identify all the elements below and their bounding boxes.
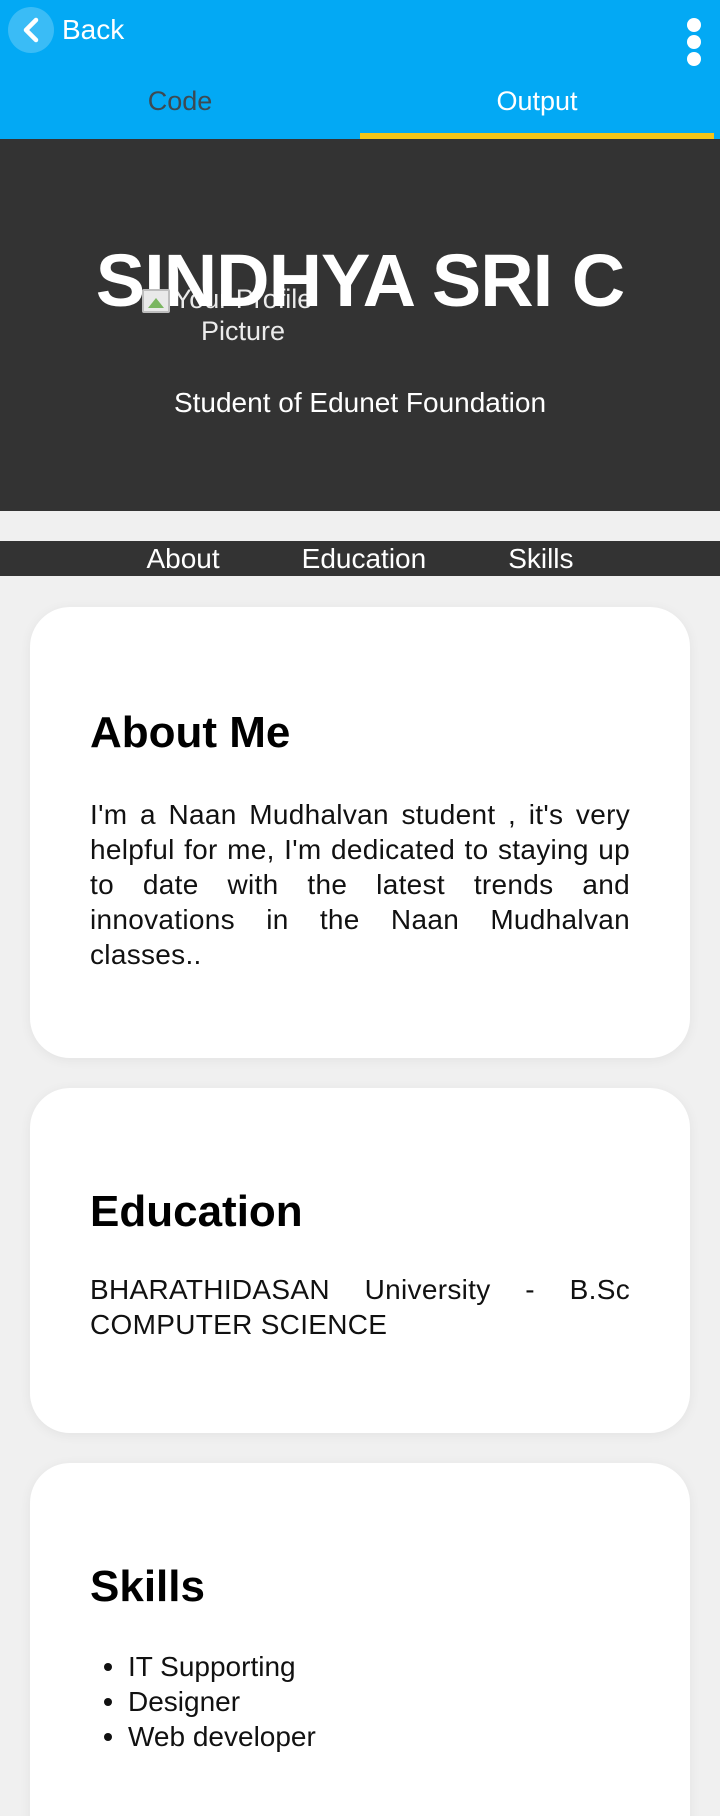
profile-picture: Your Profile Picture (142, 283, 322, 363)
profile-picture-alt: Your Profile Picture (173, 284, 313, 346)
nav-link-education[interactable]: Education (261, 541, 468, 576)
skill-item: IT Supporting (90, 1649, 630, 1684)
education-card: Education BHARATHIDASAN University - B.S… (30, 1088, 690, 1433)
back-arrow-icon[interactable] (8, 7, 54, 53)
tab-code[interactable]: Code (0, 68, 360, 134)
skills-list: IT Supporting Designer Web developer (90, 1649, 630, 1754)
skills-title: Skills (90, 1562, 205, 1611)
back-label[interactable]: Back (62, 14, 124, 46)
about-title: About Me (90, 708, 291, 757)
about-text: I'm a Naan Mudhalvan student , it's very… (90, 799, 630, 970)
profile-subtitle: Student of Edunet Foundation (173, 387, 547, 418)
tab-output[interactable]: Output (360, 68, 714, 134)
skill-item: Designer (90, 1684, 630, 1719)
education-title: Education (90, 1187, 303, 1236)
education-text: BHARATHIDASAN University - B.Sc COMPUTER… (90, 1274, 630, 1340)
nav-link-skills[interactable]: Skills (467, 541, 614, 576)
about-card: About Me I'm a Naan Mudhalvan student , … (30, 607, 690, 1058)
app-bar: Back Code Output (0, 0, 720, 139)
nav-link-about[interactable]: About (105, 541, 260, 576)
more-options-icon[interactable] (682, 18, 706, 66)
skills-card: Skills IT Supporting Designer Web develo… (30, 1463, 690, 1816)
section-nav: About Education Skills (0, 541, 720, 576)
skill-item: Web developer (90, 1719, 630, 1754)
profile-header: SINDHYA SRI C Your Profile Picture Stude… (0, 139, 720, 511)
profile-name: SINDHYA SRI C (95, 239, 625, 322)
back-button[interactable]: Back (8, 6, 124, 54)
